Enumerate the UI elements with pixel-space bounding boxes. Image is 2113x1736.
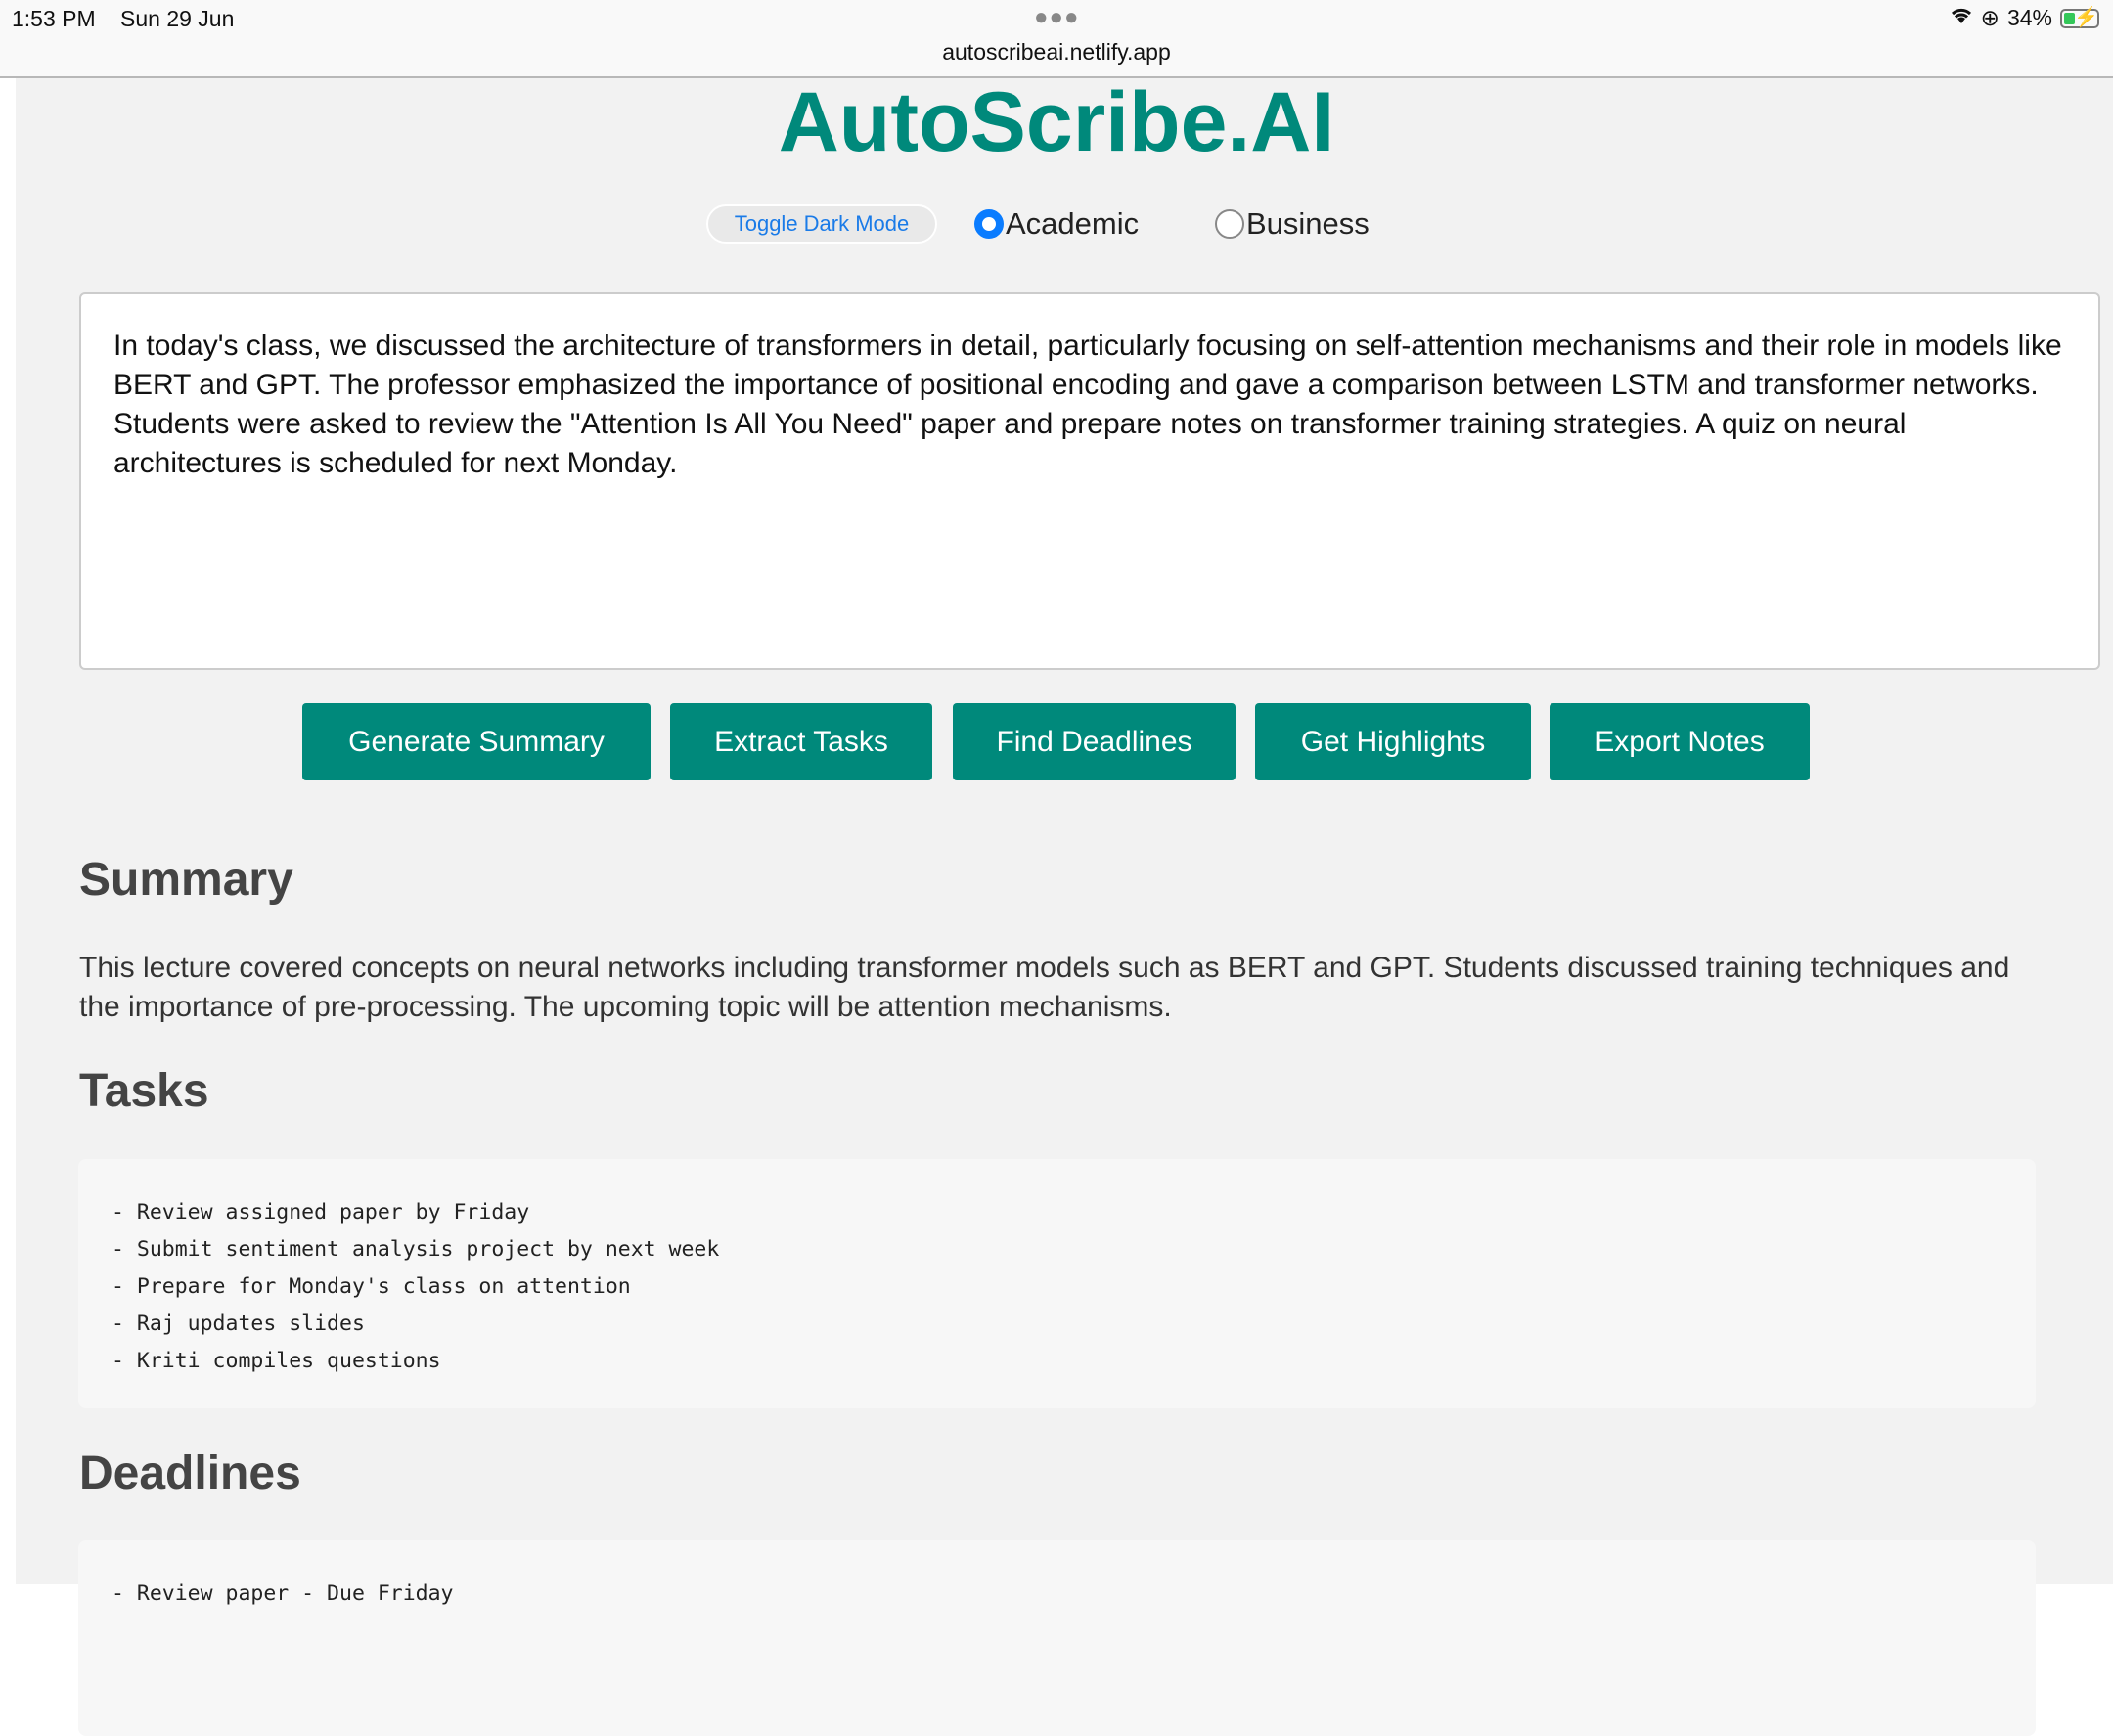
task-item: - Submit sentiment analysis project by n… [112, 1237, 720, 1262]
orientation-lock-icon: ⊕ [1980, 5, 2000, 30]
task-item: - Kriti compiles questions [112, 1349, 441, 1373]
find-deadlines-button[interactable]: Find Deadlines [953, 703, 1236, 780]
task-item: - Raj updates slides [112, 1312, 365, 1336]
system-indicators: ⊕ 34% ⚡ [1950, 5, 2099, 31]
toggle-dark-mode-button[interactable]: Toggle Dark Mode [706, 204, 937, 244]
tasks-list: - Review assigned paper by Friday - Submi… [78, 1159, 2036, 1408]
mode-radio-academic[interactable]: Academic [974, 204, 1139, 244]
task-item: - Review assigned paper by Friday [112, 1200, 530, 1224]
mode-label: Business [1246, 206, 1370, 241]
generate-summary-button[interactable]: Generate Summary [302, 703, 651, 780]
app-title: AutoScribe.AI [778, 75, 1335, 169]
summary-text: This lecture covered concepts on neural … [79, 952, 2010, 1023]
radio-checked-icon[interactable] [974, 209, 1004, 239]
radio-unchecked-icon[interactable] [1215, 209, 1244, 239]
extract-tasks-button[interactable]: Extract Tasks [670, 703, 932, 780]
deadlines-heading: Deadlines [79, 1447, 301, 1499]
mode-radio-business[interactable]: Business [1215, 204, 1370, 244]
status-date: Sun 29 Jun [120, 6, 235, 31]
task-item: - Prepare for Monday's class on attentio… [112, 1274, 631, 1299]
mode-label: Academic [1006, 206, 1140, 241]
export-notes-button[interactable]: Export Notes [1550, 703, 1810, 780]
status-bar: 1:53 PM Sun 29 Jun ●●● autoscribeai.netl… [0, 0, 2113, 78]
summary-heading: Summary [79, 854, 293, 906]
deadline-item: - Review paper - Due Friday [112, 1581, 454, 1606]
battery-icon: ⚡ [2060, 7, 2099, 28]
deadlines-list: - Review paper - Due Friday [78, 1540, 2036, 1736]
tasks-heading: Tasks [79, 1065, 209, 1117]
battery-percent: 34% [2006, 5, 2052, 30]
transcript-input[interactable]: In today's class, we discussed the archi… [79, 292, 2100, 670]
status-time: 1:53 PM [12, 6, 96, 31]
more-dots-icon[interactable]: ●●● [1034, 4, 1080, 31]
wifi-icon [1950, 5, 1973, 31]
url-bar[interactable]: autoscribeai.netlify.app [0, 39, 2113, 66]
get-highlights-button[interactable]: Get Highlights [1255, 703, 1531, 780]
